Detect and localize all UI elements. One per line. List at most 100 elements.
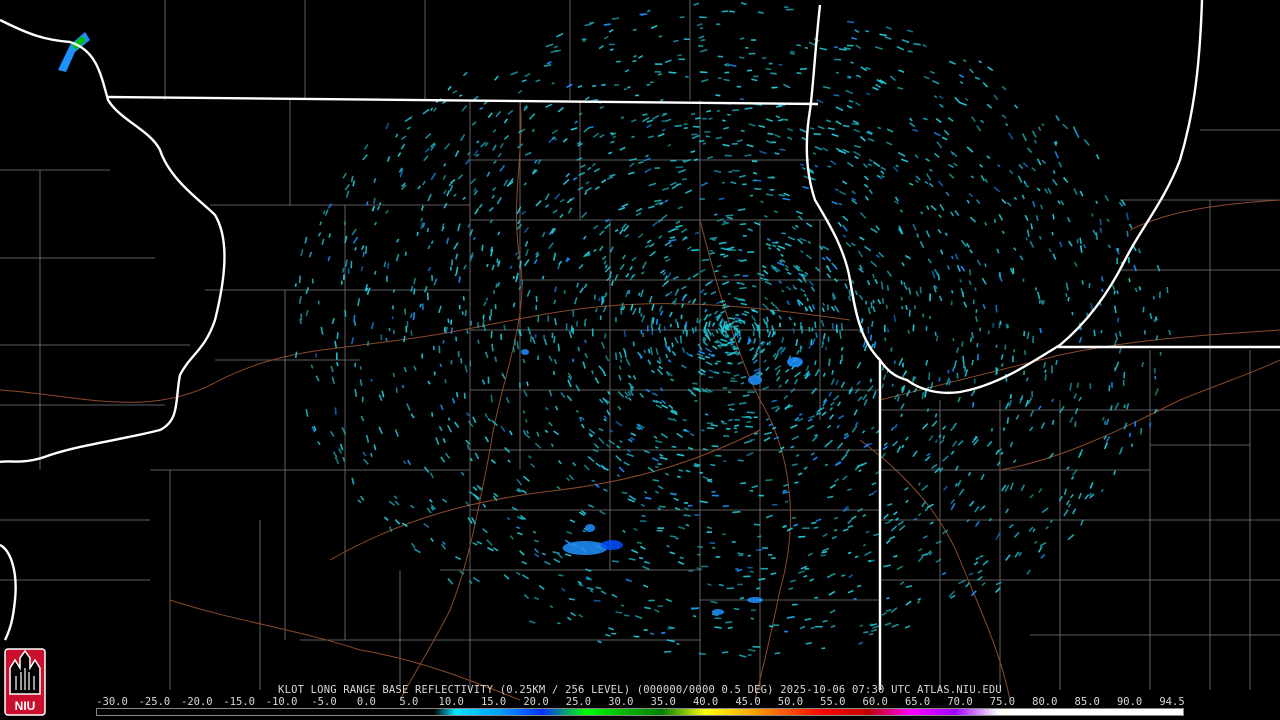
echo-streak [1031,130,1037,138]
echo-streak [552,371,555,376]
echo-streak [657,73,662,76]
echo-southwest [562,541,608,555]
echo-streak [430,537,434,543]
echo-streak [814,164,818,168]
echo-streak [934,285,938,290]
echo-streak [770,572,777,576]
echo-streak [651,303,655,311]
echo-streak [884,622,892,626]
echo-streak [1118,449,1123,455]
echo-streak [548,389,553,397]
echo-streak [751,78,758,82]
echo-streak [762,265,767,269]
echo-streak [712,345,718,350]
echo-streak [442,174,447,180]
echo-streak [861,430,866,434]
echo-streak [904,285,908,291]
echo-streak [424,147,430,153]
echo-streak [841,453,848,461]
echo-streak [1052,214,1055,220]
scale-label: 90.0 [1116,696,1143,708]
echo-streak [1029,409,1034,417]
echo-streak [778,280,783,285]
echo-streak [655,404,663,409]
echo-streak [401,384,405,389]
echo-streak [752,285,757,288]
echo-streak [584,23,592,27]
echo-streak [757,11,764,14]
echo-streak [1018,163,1024,170]
echo-streak [1148,422,1152,428]
echo-streak [1039,541,1047,547]
echo-streak [738,56,745,60]
echo-streak [725,621,733,624]
echo-streak [553,45,559,49]
echo-streak [987,330,990,335]
echo-streak [586,586,594,591]
echo-streak [620,359,623,363]
echo-streak [335,361,339,367]
echo-streak [1019,255,1024,261]
echo-streak [1059,241,1063,248]
echo-streak [767,246,772,250]
echo-streak [811,304,816,310]
echo-streak [855,44,862,50]
echo-streak [624,69,630,73]
echo-streak [394,500,400,506]
echo-streak [625,358,631,366]
echo-streak [424,132,432,140]
echo-streak [790,50,795,53]
echo-streak [1123,422,1128,430]
echo-streak [1088,283,1091,288]
echo-streak [837,401,842,407]
echo-streak [786,127,794,132]
echo-streak [900,306,904,310]
echo-streak [1040,299,1044,305]
state-boundaries [0,0,1280,690]
echo-streak [600,341,606,350]
echo-streak [885,304,889,310]
echo-streak [633,635,640,638]
echo-streak [722,280,730,286]
echo-streak [703,292,708,296]
scale-label: 70.0 [947,696,973,708]
echo-streak [698,139,705,143]
echo-streak [905,499,909,504]
echo-streak [1020,394,1024,399]
echo-streak [669,236,676,239]
echo-streak [509,430,513,436]
echo-streak [534,548,539,554]
echo-streak [643,561,651,565]
echo-streak [869,334,873,341]
echo-streak [699,471,704,474]
echo-streak [683,123,688,126]
echo-streak [709,251,716,255]
echo-streak [518,286,522,291]
echo-streak [556,32,564,38]
echo-streak [446,237,450,245]
echo-streak [835,106,844,112]
echo-streak [1092,229,1097,236]
echo-streak [534,553,540,558]
echo-streak [750,617,755,620]
echo-streak [646,119,653,124]
echo-streak [509,265,513,270]
echo-streak [778,315,783,320]
echo-streak [974,76,980,80]
echo-streak [925,455,931,462]
echo-streak [411,542,416,549]
echo-streak [378,426,383,435]
echo-streak [360,245,365,250]
echo-streak [676,642,680,645]
echo-streak [454,555,461,561]
echo-streak [472,576,480,583]
echo-streak [927,258,932,264]
echo-streak [993,186,1001,193]
echo-streak [606,176,614,180]
echo-streak [974,520,980,528]
echo-streak [641,314,646,323]
echo-streak [658,35,663,38]
echo-streak [681,178,688,181]
echo-streak [524,419,528,423]
echo-streak [517,531,523,536]
